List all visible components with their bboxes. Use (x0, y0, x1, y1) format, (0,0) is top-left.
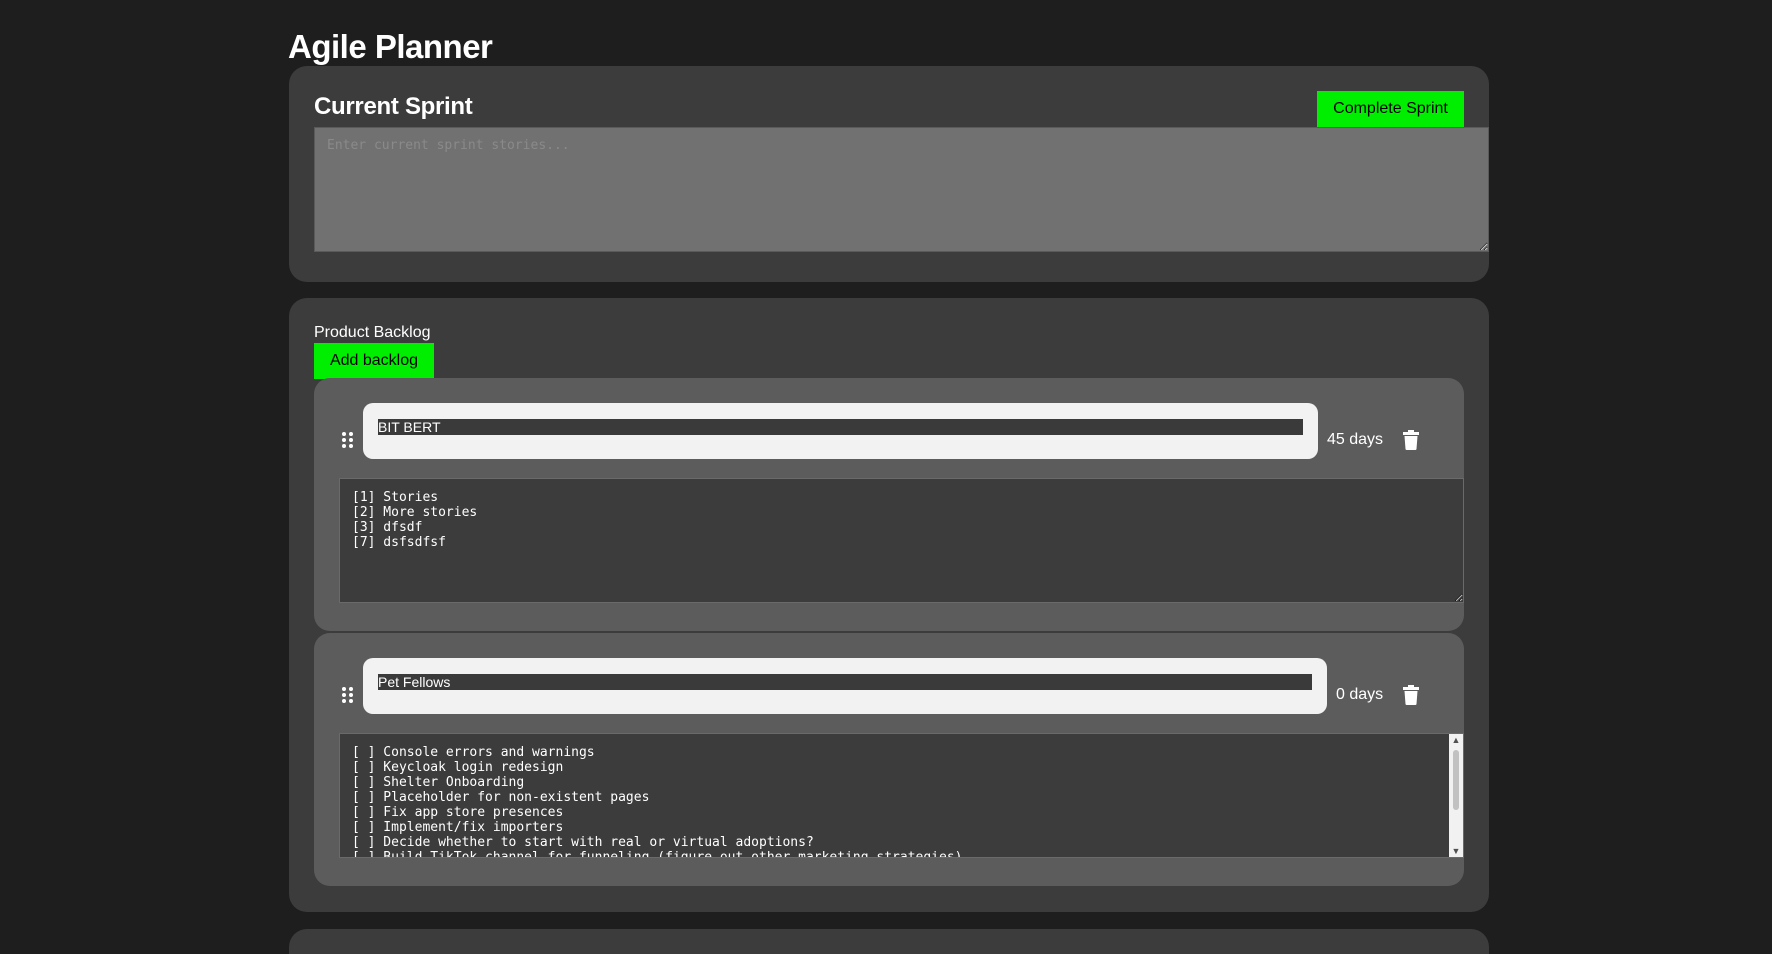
backlog-days-label: 45 days (1327, 431, 1384, 448)
current-sprint-title: Current Sprint (314, 93, 473, 120)
current-sprint-panel: Current Sprint Complete Sprint (289, 66, 1489, 282)
app-page: Agile Planner Current Sprint Complete Sp… (0, 0, 1772, 954)
add-backlog-button[interactable]: Add backlog (314, 343, 434, 379)
backlog-name-input[interactable] (378, 674, 1312, 690)
backlog-item: 45 days [1] Stories [2] More stories [3]… (314, 378, 1464, 631)
drag-handle-icon[interactable] (342, 432, 354, 448)
complete-sprint-button[interactable]: Complete Sprint (1317, 91, 1464, 127)
current-sprint-textarea[interactable] (314, 127, 1489, 252)
trash-icon[interactable] (1403, 685, 1419, 705)
backlog-name-field (363, 658, 1327, 714)
scroll-down-arrow-icon[interactable]: ▼ (1449, 845, 1463, 857)
backlog-stories-textarea[interactable]: [ ] Console errors and warnings [ ] Keyc… (339, 733, 1464, 858)
drag-handle-icon[interactable] (342, 687, 354, 703)
backlog-name-field (363, 403, 1318, 459)
backlog-days-label: 0 days (1336, 686, 1384, 703)
scroll-up-arrow-icon[interactable]: ▲ (1449, 734, 1463, 746)
backlog-item: 0 days [ ] Console errors and warnings [… (314, 633, 1464, 886)
backlog-name-input[interactable] (378, 419, 1303, 435)
backlog-stories-textarea[interactable]: [1] Stories [2] More stories [3] dfsdf [… (339, 478, 1464, 603)
textarea-scrollbar[interactable]: ▲ ▼ (1449, 734, 1463, 857)
trash-icon[interactable] (1403, 430, 1419, 450)
next-panel (289, 929, 1489, 954)
product-backlog-panel: Product Backlog Add backlog 45 days [1] … (289, 298, 1489, 912)
scrollbar-thumb[interactable] (1453, 750, 1459, 810)
app-title: Agile Planner (288, 28, 493, 65)
product-backlog-label: Product Backlog (314, 324, 431, 341)
